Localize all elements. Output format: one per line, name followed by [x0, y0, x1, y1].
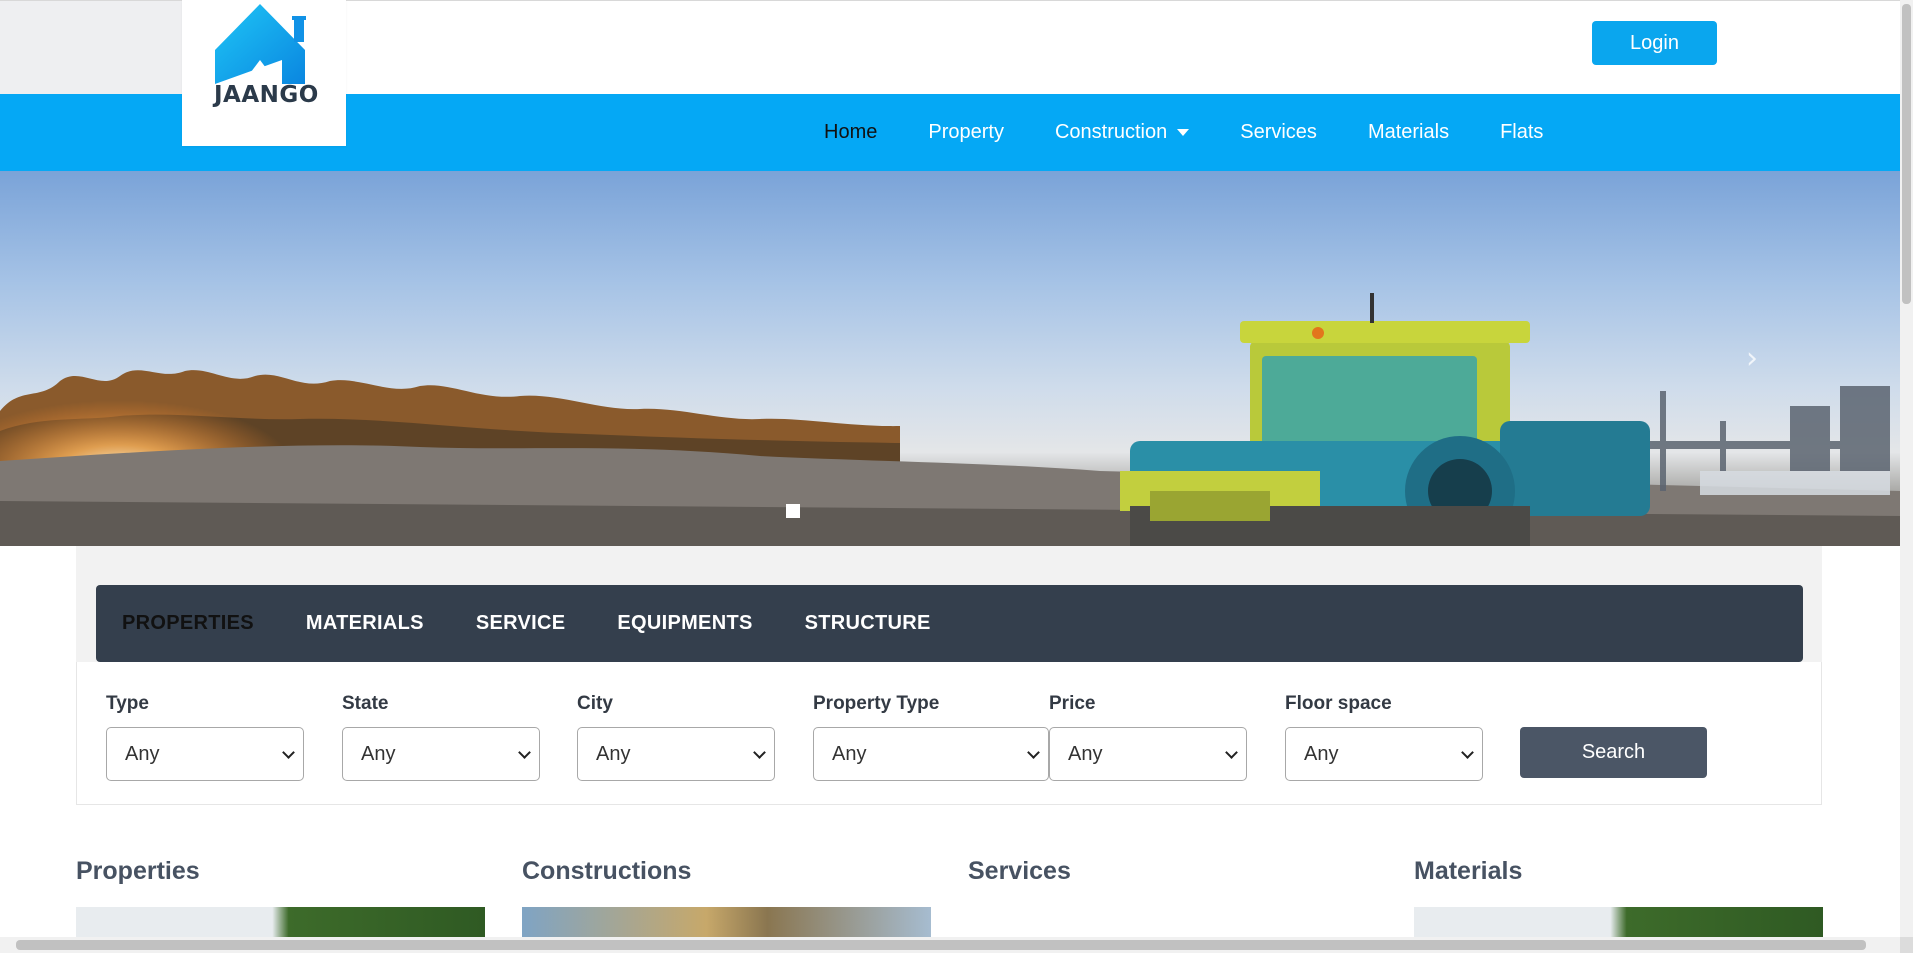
category-title-constructions[interactable]: Constructions	[522, 857, 691, 886]
vertical-scroll-thumb[interactable]	[1902, 4, 1911, 304]
nav-item-flats[interactable]: Flats	[1500, 121, 1543, 144]
nav-item-label: Materials	[1367, 121, 1450, 143]
hero-image	[0, 271, 1900, 546]
type-label: Type	[106, 693, 149, 714]
select-value: Any	[125, 742, 160, 765]
constructions-thumbnail[interactable]	[522, 907, 931, 937]
nav-item-label: Construction	[1054, 121, 1168, 143]
state-label: State	[342, 693, 389, 714]
chevron-down-icon	[1225, 746, 1238, 759]
carousel-next-icon[interactable]: ›	[1746, 341, 1758, 376]
horizontal-scrollbar[interactable]	[0, 937, 1900, 953]
category-title-services[interactable]: Services	[968, 857, 1071, 886]
select-value: Any	[832, 742, 867, 765]
nav-item-label: Property	[928, 121, 1004, 143]
nav-item-label: Home	[824, 121, 878, 143]
nav-item-home[interactable]: Home	[824, 121, 877, 144]
page: Login JAANGO Home Property Construction …	[0, 0, 1913, 953]
caret-down-icon	[1177, 129, 1190, 136]
nav-item-services[interactable]: Services	[1240, 121, 1317, 144]
property-type-field: Property Type Any	[813, 693, 1049, 781]
nav-item-property[interactable]: Property	[928, 121, 1004, 144]
select-value: Any	[361, 742, 396, 765]
chevron-down-icon	[282, 746, 295, 759]
header-left-strip	[0, 1, 182, 95]
chevron-down-icon	[753, 746, 766, 759]
nav-item-construction[interactable]: Construction	[1054, 121, 1190, 144]
vertical-scrollbar[interactable]	[1900, 0, 1913, 940]
chevron-down-icon	[1027, 746, 1040, 759]
nav-item-label: Services	[1240, 121, 1317, 143]
tab-equipments[interactable]: EQUIPMENTS	[617, 612, 752, 635]
floor-space-select[interactable]: Any	[1285, 727, 1483, 781]
city-field: City Any	[577, 693, 775, 781]
scrollbar-corner	[1900, 937, 1913, 953]
site-logo[interactable]: JAANGO	[182, 0, 346, 146]
horizontal-scroll-thumb[interactable]	[16, 940, 1866, 950]
login-button[interactable]: Login	[1592, 21, 1717, 65]
type-select[interactable]: Any	[106, 727, 304, 781]
category-title-materials[interactable]: Materials	[1414, 857, 1522, 886]
floor-space-field: Floor space Any	[1285, 693, 1483, 781]
tab-structure[interactable]: STRUCTURE	[805, 612, 931, 635]
hero-carousel: ›	[0, 171, 1900, 546]
price-select[interactable]: Any	[1049, 727, 1247, 781]
select-value: Any	[596, 742, 631, 765]
search-button[interactable]: Search	[1520, 727, 1707, 778]
city-select[interactable]: Any	[577, 727, 775, 781]
tab-properties[interactable]: PROPERTIES	[122, 612, 254, 635]
house-logo-icon	[215, 4, 306, 84]
select-value: Any	[1304, 742, 1339, 765]
city-label: City	[577, 693, 613, 714]
search-tabs: PROPERTIES MATERIALS SERVICE EQUIPMENTS …	[96, 585, 1803, 662]
carousel-indicator[interactable]	[786, 504, 800, 518]
tab-materials[interactable]: MATERIALS	[306, 612, 424, 635]
price-label: Price	[1049, 693, 1096, 714]
state-field: State Any	[342, 693, 540, 781]
floor-space-label: Floor space	[1285, 693, 1392, 714]
select-value: Any	[1068, 742, 1103, 765]
logo-text: JAANGO	[214, 82, 319, 108]
price-field: Price Any	[1049, 693, 1247, 781]
properties-thumbnail[interactable]	[76, 907, 485, 937]
type-field: Type Any	[106, 693, 304, 781]
category-title-properties[interactable]: Properties	[76, 857, 200, 886]
property-type-label: Property Type	[813, 693, 940, 714]
property-type-select[interactable]: Any	[813, 727, 1049, 781]
nav-menu: Home Property Construction Services Mate…	[824, 94, 1594, 171]
chevron-down-icon	[1461, 746, 1474, 759]
tab-service[interactable]: SERVICE	[476, 612, 566, 635]
chevron-down-icon	[518, 746, 531, 759]
nav-item-label: Flats	[1500, 121, 1544, 143]
materials-thumbnail[interactable]	[1414, 907, 1823, 937]
nav-item-materials[interactable]: Materials	[1368, 121, 1449, 144]
state-select[interactable]: Any	[342, 727, 540, 781]
